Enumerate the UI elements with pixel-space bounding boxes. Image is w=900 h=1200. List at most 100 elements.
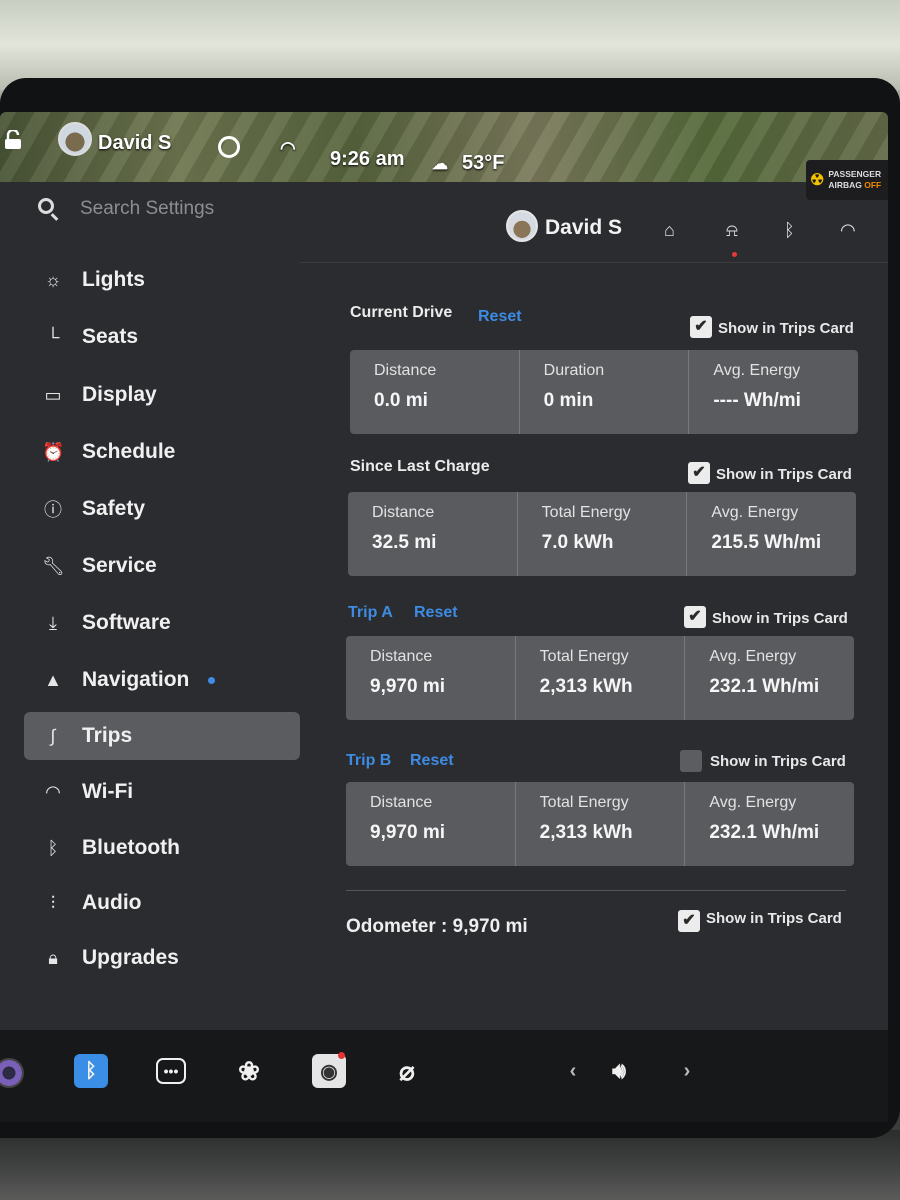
airbag-line-2: AIRBAG — [828, 180, 862, 190]
sidebar-item-service[interactable]: 🔧︎ Service — [24, 542, 300, 590]
stat-cell: Distance 0.0 mi — [350, 350, 520, 434]
display-icon: ▭ — [44, 384, 62, 405]
camera-app-icon[interactable] — [0, 1058, 24, 1088]
background-floor — [0, 1130, 900, 1200]
touchscreen: David S ◠ 9:26 am ☁ 53°F ☢ PASSENGER AIR… — [0, 112, 888, 1122]
bluetooth-app-icon[interactable]: ᛒ — [74, 1054, 108, 1088]
stat-label: Distance — [370, 648, 433, 665]
trip-b-show-checkbox[interactable]: ✔ — [680, 750, 702, 772]
driver-name[interactable]: David S — [98, 132, 171, 155]
bag-icon: 🔒︎ — [48, 947, 58, 968]
trip-a-show-label: Show in Trips Card — [712, 610, 848, 627]
sidebar-item-label: Upgrades — [82, 946, 179, 969]
driver-avatar[interactable] — [58, 122, 92, 156]
since-last-charge-card: Distance 32.5 mi Total Energy 7.0 kWh Av… — [348, 492, 856, 576]
profile-name[interactable]: David S — [545, 216, 622, 240]
odometer-show-label: Show in Trips Card — [706, 910, 842, 927]
sidebar-item-lights[interactable]: ☼ Lights — [24, 256, 300, 304]
alert-circle-icon: ⓘ — [44, 500, 62, 520]
download-icon: ⤓ — [49, 612, 57, 633]
stat-label: Avg. Energy — [711, 504, 799, 521]
sidebar-item-safety[interactable]: ⓘ Safety — [24, 485, 300, 533]
sidebar-item-schedule[interactable]: ⏰ Schedule — [24, 428, 300, 476]
wifi-icon: ◠ — [45, 781, 61, 802]
more-apps-icon[interactable]: ••• — [156, 1058, 186, 1084]
bell-icon[interactable]: ⍾ — [726, 220, 738, 241]
stat-label: Distance — [372, 504, 435, 521]
stat-label: Distance — [374, 362, 437, 379]
airbag-line-1: PASSENGER — [828, 169, 882, 179]
sidebar-item-label: Navigation — [82, 668, 190, 691]
stat-value: 7.0 kWh — [541, 532, 614, 553]
current-drive-show-label: Show in Trips Card — [718, 320, 854, 337]
seat-heater-off-icon[interactable]: ⌀ — [390, 1054, 424, 1088]
sidebar-item-trips[interactable]: ∫ Trips — [24, 712, 300, 760]
lock-icon[interactable] — [4, 130, 22, 150]
trip-a-show-checkbox[interactable]: ✔ — [684, 606, 706, 628]
volume-icon[interactable]: 🔊︎ — [602, 1054, 636, 1088]
home-icon[interactable]: ⌂ — [664, 220, 675, 241]
trips-icon: ∫ — [50, 725, 56, 746]
stat-label: Avg. Energy — [713, 362, 801, 379]
background-ceiling — [0, 0, 900, 90]
status-bar: David S ◠ 9:26 am ☁ 53°F ☢ PASSENGER AIR… — [0, 112, 888, 200]
stat-cell: Duration 0 min — [520, 350, 690, 434]
sidebar-item-upgrades[interactable]: 🔒︎ Upgrades — [24, 934, 300, 982]
bluetooth-header-icon[interactable]: ᛒ — [784, 220, 795, 241]
trip-a-reset-link[interactable]: Reset — [414, 604, 458, 622]
odometer-show-checkbox[interactable]: ✔ — [678, 910, 700, 932]
sidebar-item-bluetooth[interactable]: ᛒ Bluetooth — [24, 824, 300, 872]
stat-value: 0 min — [543, 390, 594, 411]
wifi-header-icon[interactable]: ◠ — [840, 220, 856, 241]
chevron-left-icon[interactable]: ‹ — [556, 1054, 590, 1088]
sidebar-item-label: Trips — [82, 724, 133, 747]
trip-b-reset-link[interactable]: Reset — [410, 752, 454, 770]
current-drive-show-checkbox[interactable]: ✔ — [690, 316, 712, 338]
stat-cell: Avg. Energy 232.1 Wh/mi — [685, 636, 854, 720]
dashcam-recording-dot — [338, 1052, 345, 1059]
sidebar-item-software[interactable]: ⤓ Software — [24, 599, 300, 647]
stat-value: 0.0 mi — [374, 390, 428, 411]
trip-b-title: Trip B — [346, 752, 392, 769]
stat-value: 215.5 Wh/mi — [711, 532, 822, 553]
navigation-update-dot — [208, 677, 215, 684]
sidebar-item-label: Safety — [82, 497, 146, 520]
odometer-divider — [346, 890, 846, 891]
stat-cell: Distance 32.5 mi — [348, 492, 518, 576]
sidebar-item-label: Schedule — [82, 440, 176, 463]
current-drive-card: Distance 0.0 mi Duration 0 min Avg. Ener… — [350, 350, 858, 434]
sidebar-item-audio[interactable]: ⫶ Audio — [24, 879, 300, 927]
stat-value: 232.1 Wh/mi — [709, 822, 820, 843]
header-divider — [300, 262, 888, 263]
trip-b-show-label: Show in Trips Card — [710, 753, 846, 770]
stat-label: Total Energy — [539, 794, 629, 811]
current-drive-reset-link[interactable]: Reset — [478, 308, 522, 326]
sidebar-item-label: Service — [82, 554, 157, 577]
sidebar-item-wifi[interactable]: ◠ Wi-Fi — [24, 768, 300, 816]
sidebar-item-label: Lights — [82, 268, 145, 291]
since-last-charge-show-checkbox[interactable]: ✔ — [688, 462, 710, 484]
sidebar-item-navigation[interactable]: ▲ Navigation — [24, 656, 300, 704]
gps-icon — [218, 136, 240, 158]
current-drive-title: Current Drive — [350, 304, 453, 321]
airbag-status-text: PASSENGER AIRBAG OFF — [828, 169, 881, 191]
stat-cell: Total Energy 2,313 kWh — [516, 782, 686, 866]
airbag-off-label: OFF — [864, 180, 882, 190]
profile-avatar[interactable] — [506, 210, 538, 242]
search-icon[interactable] — [38, 198, 54, 214]
stat-cell: Distance 9,970 mi — [346, 636, 516, 720]
sidebar-item-seats[interactable]: └ Seats — [24, 313, 300, 361]
stat-value: 232.1 Wh/mi — [709, 676, 820, 697]
trip-a-card: Distance 9,970 mi Total Energy 2,313 kWh… — [346, 636, 854, 720]
clock-time: 9:26 am — [330, 148, 405, 170]
stat-label: Duration — [543, 362, 605, 379]
chevron-right-icon[interactable]: › — [670, 1054, 704, 1088]
notification-dot — [732, 252, 737, 257]
clock-icon: ⏰ — [42, 441, 65, 462]
search-input[interactable] — [80, 198, 320, 220]
fan-icon[interactable]: ❀ — [232, 1054, 266, 1088]
dashcam-icon[interactable]: ◉ — [312, 1054, 346, 1088]
sidebar-item-display[interactable]: ▭ Display — [24, 371, 300, 419]
stat-label: Total Energy — [541, 504, 631, 521]
airbag-icon: ☢ — [810, 172, 825, 189]
